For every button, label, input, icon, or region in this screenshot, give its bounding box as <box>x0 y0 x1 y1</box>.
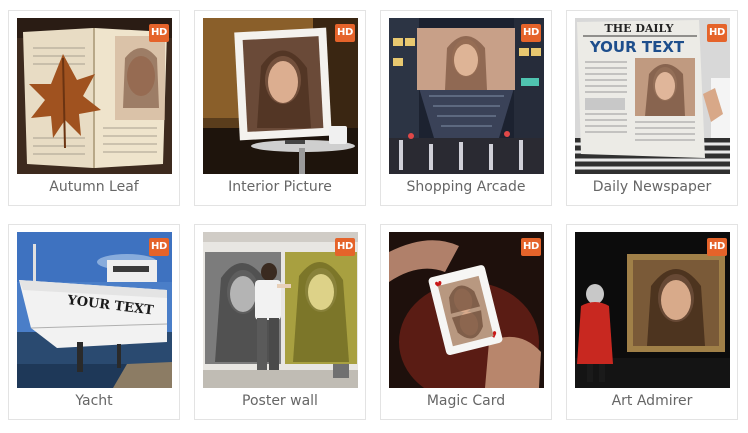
hd-badge: HD <box>149 24 169 42</box>
hd-badge: HD <box>521 238 541 256</box>
effect-card-magic-card[interactable]: ♥ ♥ HD Magic Card <box>380 224 552 420</box>
thumbnail-art-admirer[interactable]: HD <box>575 232 730 388</box>
effect-title: Daily Newspaper <box>592 179 712 195</box>
hd-badge: HD <box>521 24 541 42</box>
effect-title: Art Admirer <box>611 393 693 409</box>
thumbnail-poster-wall[interactable]: HD <box>203 232 358 388</box>
newspaper-headline: YOUR TEXT <box>589 38 685 56</box>
effect-card-daily-newspaper[interactable]: THE DAILY YOUR TEXT HD Daily Newspaper <box>566 10 738 206</box>
effect-card-autumn-leaf[interactable]: HD Autumn Leaf <box>8 10 180 206</box>
effect-card-interior-picture[interactable]: HD Interior Picture <box>194 10 366 206</box>
effect-title: Yacht <box>75 393 113 409</box>
thumbnail-autumn-leaf[interactable]: HD <box>17 18 172 174</box>
effect-card-art-admirer[interactable]: HD Art Admirer <box>566 224 738 420</box>
effect-card-yacht[interactable]: YOUR TEXT HD Yacht <box>8 224 180 420</box>
thumbnail-interior-picture[interactable]: HD <box>203 18 358 174</box>
effect-card-poster-wall[interactable]: HD Poster wall <box>194 224 366 420</box>
thumbnail-yacht[interactable]: YOUR TEXT HD <box>17 232 172 388</box>
thumbnail-daily-newspaper[interactable]: THE DAILY YOUR TEXT HD <box>575 18 730 174</box>
hd-badge: HD <box>707 24 727 42</box>
newspaper-masthead: THE DAILY <box>605 22 674 35</box>
hd-badge: HD <box>335 24 355 42</box>
thumbnail-magic-card[interactable]: ♥ ♥ HD <box>389 232 544 388</box>
effect-title: Autumn Leaf <box>49 179 139 195</box>
hd-badge: HD <box>707 238 727 256</box>
thumbnail-shopping-arcade[interactable]: HD <box>389 18 544 174</box>
effect-title: Shopping Arcade <box>406 179 526 195</box>
effect-title: Interior Picture <box>228 179 332 195</box>
hd-badge: HD <box>335 238 355 256</box>
effect-title: Poster wall <box>242 393 318 409</box>
photo-effects-grid: HD Autumn Leaf HD Interior Picture HD Sh… <box>0 0 748 433</box>
effect-card-shopping-arcade[interactable]: HD Shopping Arcade <box>380 10 552 206</box>
effect-title: Magic Card <box>426 393 506 409</box>
hd-badge: HD <box>149 238 169 256</box>
